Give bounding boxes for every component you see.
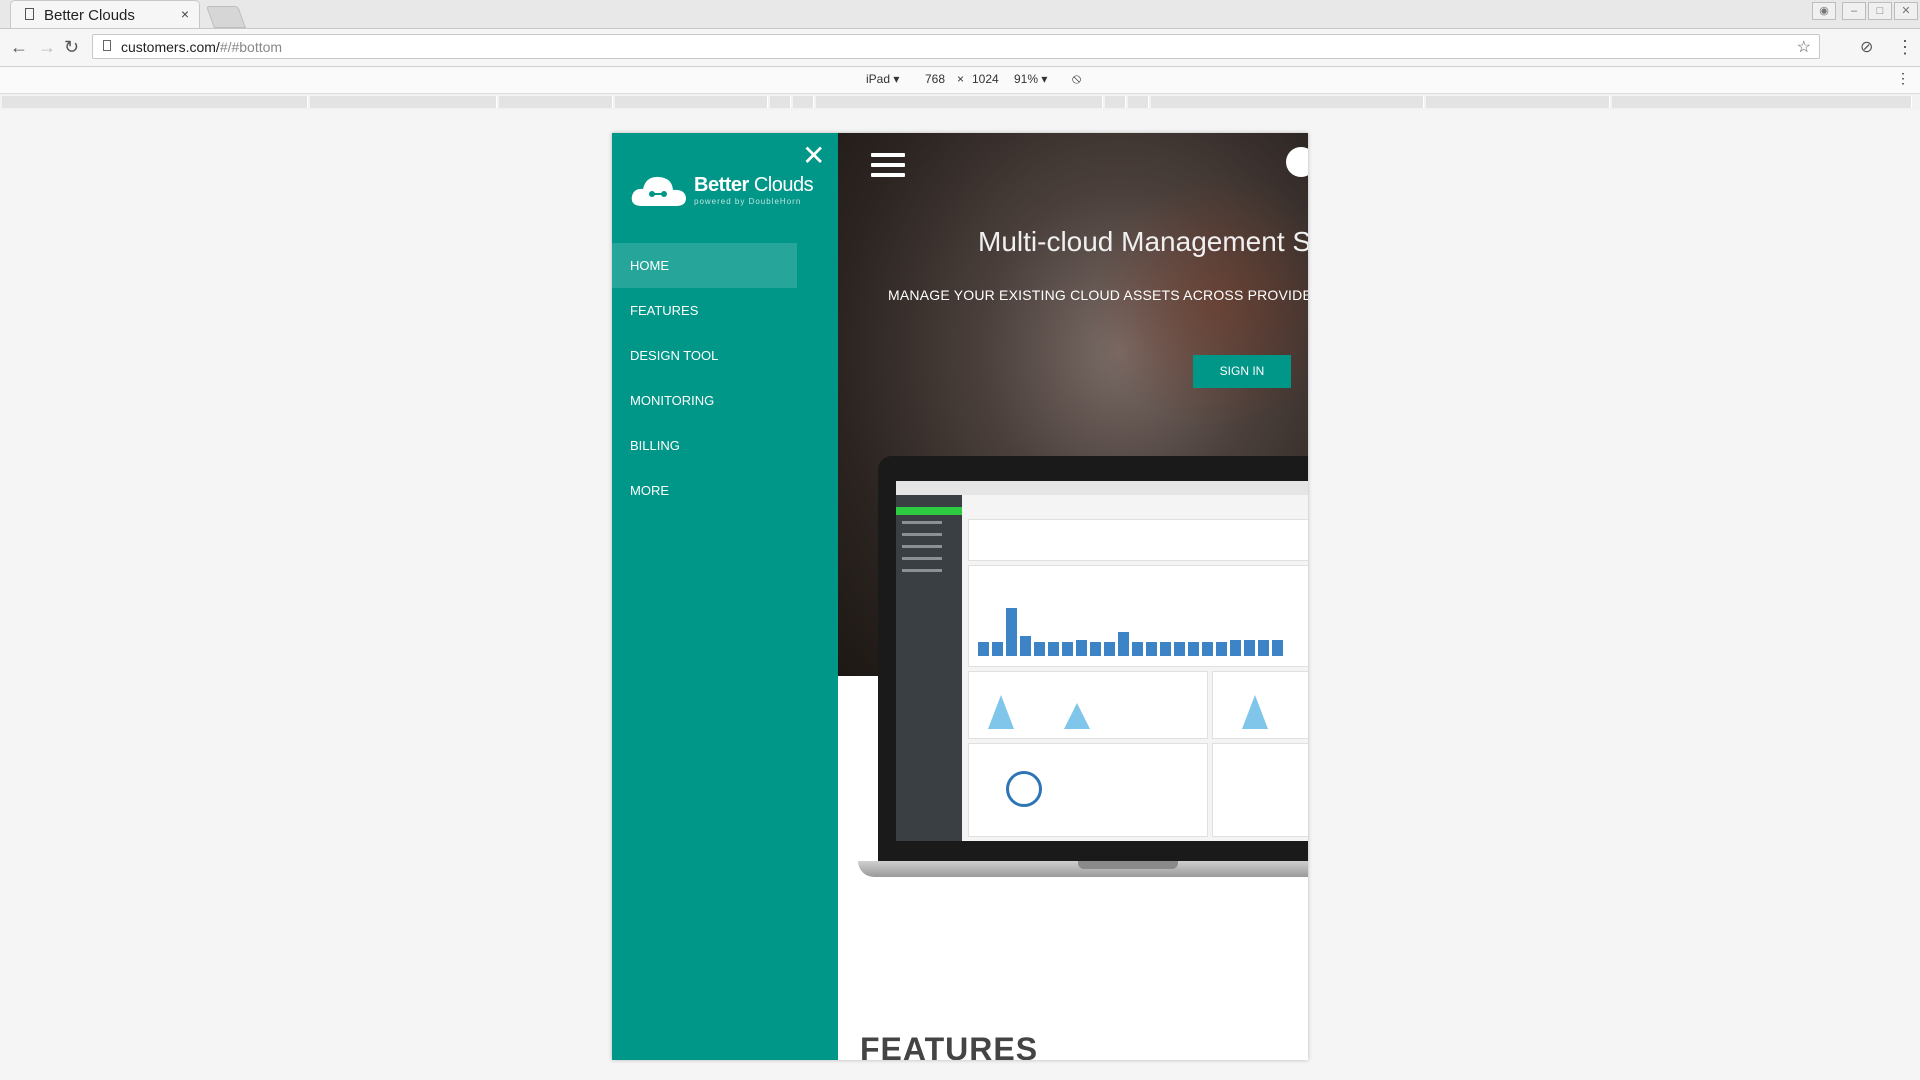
tab-title: Better Clouds xyxy=(44,7,135,24)
sidebar-item-design-tool[interactable]: DESIGN TOOL xyxy=(612,333,797,378)
close-icon[interactable]: ✕ xyxy=(802,139,825,172)
laptop-lid xyxy=(878,456,1308,861)
sidebar-menu: HOME FEATURES DESIGN TOOL MONITORING BIL… xyxy=(612,243,838,513)
sidebar-item-billing[interactable]: BILLING xyxy=(612,423,797,468)
sidebar-item-features[interactable]: FEATURES xyxy=(612,288,797,333)
back-icon[interactable]: ← xyxy=(10,37,28,58)
media-query-segment[interactable] xyxy=(1128,96,1149,108)
media-query-bar xyxy=(0,94,1920,110)
media-query-segment[interactable] xyxy=(615,96,768,108)
media-query-segment[interactable] xyxy=(1105,96,1126,108)
cloud-logo-icon xyxy=(1286,147,1308,177)
rotate-icon[interactable]: ⦸ xyxy=(1072,70,1081,87)
tab-close-icon[interactable]: × xyxy=(181,6,189,22)
media-query-segment[interactable] xyxy=(2,96,308,108)
address-bar[interactable]: customers.com/#/#bottom ☆ xyxy=(92,34,1820,59)
new-tab-button[interactable] xyxy=(205,6,247,28)
forward-icon[interactable]: → xyxy=(38,37,56,58)
minimize-button[interactable]: – xyxy=(1842,2,1866,20)
hero-background xyxy=(1088,173,1308,433)
media-query-segment[interactable] xyxy=(499,96,613,108)
close-window-button[interactable]: ✕ xyxy=(1894,2,1918,20)
bookmark-star-icon[interactable]: ☆ xyxy=(1797,37,1811,57)
sidebar-item-monitoring[interactable]: MONITORING xyxy=(612,378,797,423)
device-toolbar: iPad ▾ 768 × 1024 91% ▾ ⦸ ⋮ xyxy=(0,67,1920,94)
cloud-logo-icon xyxy=(631,176,686,206)
sidebar-item-home[interactable]: HOME xyxy=(612,243,797,288)
device-menu-icon[interactable]: ⋮ xyxy=(1896,70,1910,87)
device-width-field[interactable]: 768 xyxy=(925,72,945,86)
maximize-button[interactable]: □ xyxy=(1868,2,1892,20)
browser-tab[interactable]: Better Clouds × xyxy=(10,0,200,28)
extension-icon[interactable]: ⊘ xyxy=(1860,37,1873,57)
device-select[interactable]: iPad ▾ xyxy=(866,72,899,86)
brand-name: Better Clouds xyxy=(694,174,814,196)
browser-menu-icon[interactable]: ⋮ xyxy=(1896,37,1914,58)
page-info-icon[interactable] xyxy=(103,40,111,51)
reload-icon[interactable]: ↻ xyxy=(64,37,79,58)
features-heading: FEATURES xyxy=(860,1031,1039,1060)
tab-strip: Better Clouds × ◉ – □ ✕ xyxy=(0,0,1920,29)
media-query-segment[interactable] xyxy=(793,96,814,108)
hamburger-menu-icon[interactable] xyxy=(871,153,905,183)
media-query-segment[interactable] xyxy=(1612,96,1912,108)
laptop-hinge xyxy=(1078,861,1178,869)
device-viewport: Multi-cloud Management Sim MANAGE YOUR E… xyxy=(612,133,1308,1060)
media-query-segment[interactable] xyxy=(1151,96,1424,108)
sign-in-button[interactable]: SIGN IN xyxy=(1193,355,1291,388)
sidebar-drawer: ✕ Better Clouds powered by DoubleHorn HO… xyxy=(612,133,838,1060)
hero-subline: MANAGE YOUR EXISTING CLOUD ASSETS ACROSS… xyxy=(888,287,1308,303)
media-query-segment[interactable] xyxy=(1426,96,1610,108)
sidebar-item-more[interactable]: MORE xyxy=(612,468,797,513)
dimension-separator: × xyxy=(957,72,965,86)
brand-logo[interactable]: Better Clouds powered by DoubleHorn xyxy=(630,170,830,210)
device-height-field[interactable]: 1024 xyxy=(972,72,999,86)
brand-tagline: powered by DoubleHorn xyxy=(694,197,802,206)
laptop-dashboard-image xyxy=(858,456,1308,886)
media-query-segment[interactable] xyxy=(816,96,1103,108)
media-query-segment[interactable] xyxy=(770,96,791,108)
zoom-select[interactable]: 91% ▾ xyxy=(1014,72,1047,86)
page-icon xyxy=(25,8,34,20)
media-query-segment[interactable] xyxy=(310,96,497,108)
browser-toolbar: ← → ↻ customers.com/#/#bottom ☆ ⊘ ⋮ xyxy=(0,29,1920,67)
dashboard-screenshot xyxy=(896,481,1308,841)
url-text[interactable]: customers.com/#/#bottom xyxy=(121,39,282,55)
profile-icon[interactable]: ◉ xyxy=(1812,2,1836,20)
hero-headline: Multi-cloud Management Sim xyxy=(978,226,1308,257)
